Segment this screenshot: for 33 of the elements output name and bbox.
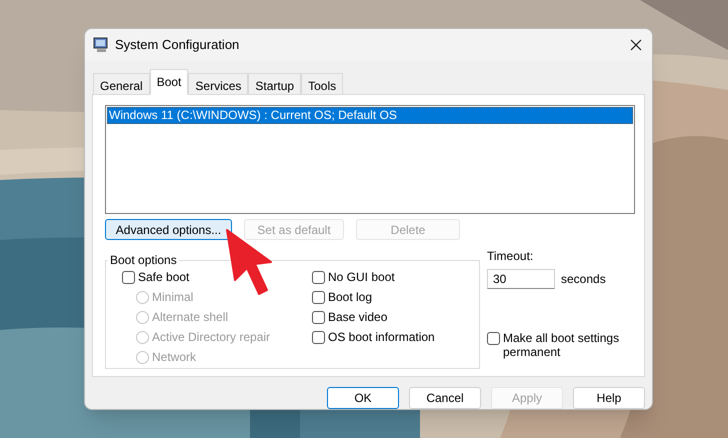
button[interactable]: Help xyxy=(573,387,645,409)
radio-label: Active Directory repair xyxy=(152,329,270,346)
window-title: System Configuration xyxy=(115,36,240,54)
button[interactable]: Cancel xyxy=(409,387,481,409)
checkbox[interactable] xyxy=(312,290,325,304)
checkbox[interactable] xyxy=(312,270,325,284)
timeout-field[interactable]: 30 xyxy=(487,269,555,290)
unit-label: seconds xyxy=(561,271,606,288)
radio-label: Alternate shell xyxy=(152,309,228,326)
radio-label: Minimal xyxy=(152,289,194,306)
close-icon[interactable] xyxy=(630,38,642,51)
button[interactable]: OK xyxy=(327,387,399,409)
tab[interactable]: General xyxy=(93,73,150,94)
tab[interactable]: Boot xyxy=(150,69,188,96)
radio-label: Network xyxy=(152,349,196,366)
checkbox-label: Make all boot settings permanent xyxy=(503,331,620,360)
checkbox-label: No GUI boot xyxy=(328,269,395,286)
checkbox-label: Boot log xyxy=(328,289,372,306)
checkbox[interactable] xyxy=(487,332,500,346)
group-title: Boot options xyxy=(109,252,178,270)
tab[interactable]: Tools xyxy=(301,73,344,94)
tab[interactable]: Startup xyxy=(248,73,302,94)
checkbox-label: OS boot information xyxy=(328,329,435,346)
list-item[interactable]: Windows 11 (C:\WINDOWS) : Current OS; Default OS xyxy=(107,107,633,124)
checkbox[interactable] xyxy=(122,270,135,284)
computer-icon xyxy=(93,36,109,53)
checkbox-label: Base video xyxy=(328,309,388,326)
timeout-label: Timeout: xyxy=(487,248,534,266)
checkbox[interactable] xyxy=(312,330,325,344)
checkbox[interactable] xyxy=(312,310,325,324)
button[interactable]: Advanced options... xyxy=(105,219,232,240)
tab[interactable]: Services xyxy=(188,73,248,94)
checkbox-label: Safe boot xyxy=(138,269,190,286)
